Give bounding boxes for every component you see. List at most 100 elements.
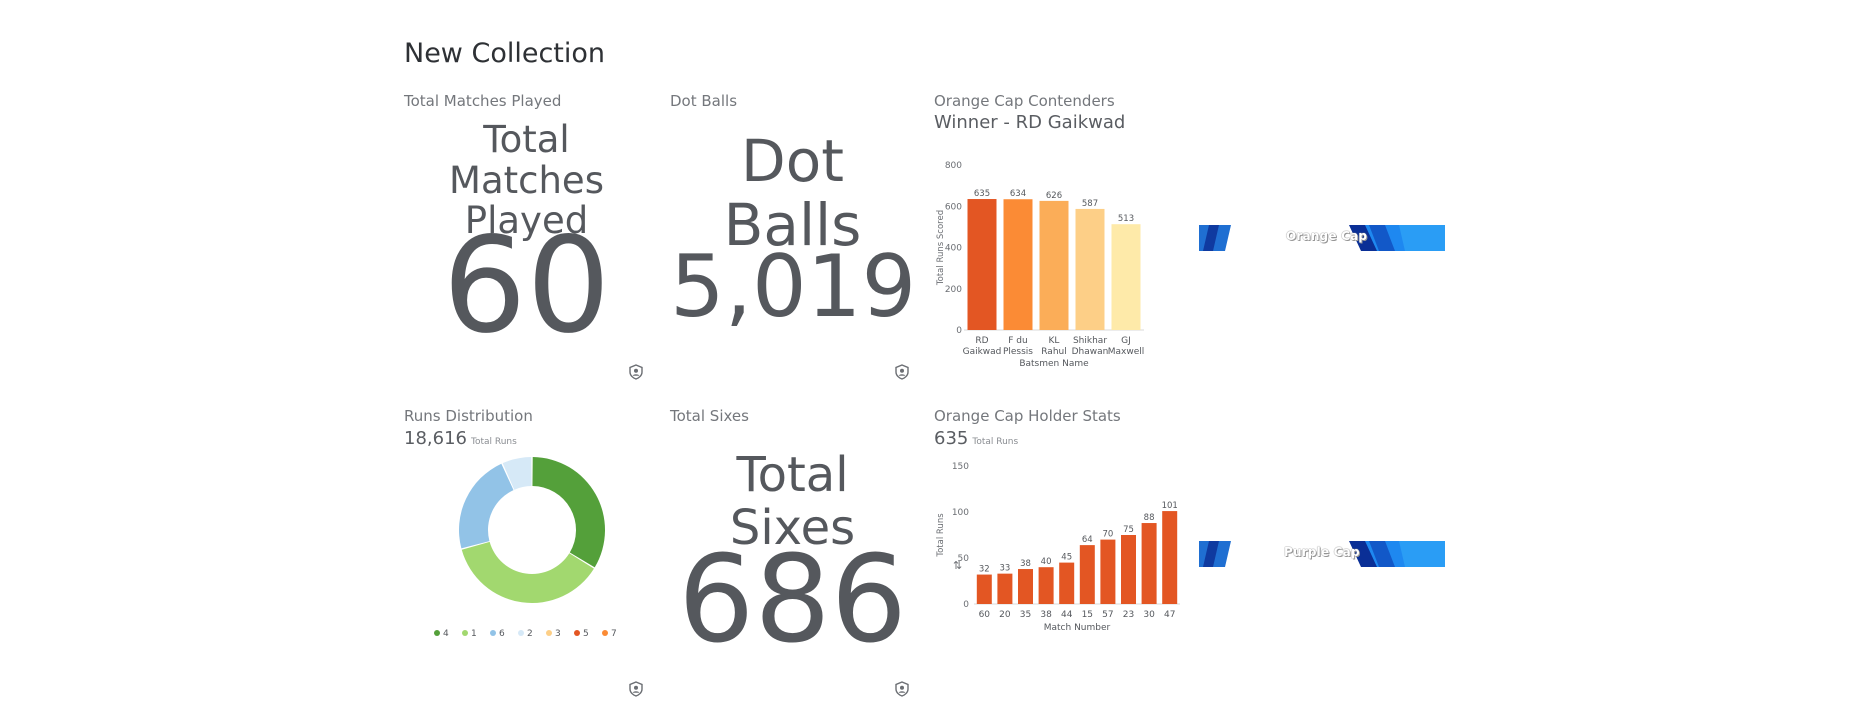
card-label: Orange Cap Contenders (934, 92, 1115, 110)
bar (1079, 545, 1095, 604)
runs-distribution-card[interactable]: Runs Distribution 18,616 Total Runs 4 1 6 2 3… (404, 407, 654, 697)
bar (1100, 539, 1116, 604)
purple-cap-banner-label: Purple Cap (1284, 545, 1360, 559)
legend-swatch (434, 630, 440, 636)
data-label: 38 (1020, 559, 1031, 569)
holder-stats-bar-chart: 050100150Total Runs326033203835403845446… (936, 462, 1180, 633)
x-tick-label: Shikhar (1073, 336, 1107, 346)
x-tick-label: 44 (1061, 610, 1073, 620)
data-label: 635 (974, 189, 990, 199)
data-label: 626 (1046, 191, 1062, 201)
sort-icon[interactable]: ⇅ (953, 559, 962, 572)
bar (1121, 535, 1136, 604)
y-tick-label: 800 (945, 161, 962, 171)
legend-label: 3 (555, 629, 561, 639)
total-sixes-card[interactable]: Total Sixes Total Sixes 686 (670, 407, 920, 697)
x-tick-label: Maxwell (1108, 347, 1145, 357)
shield-user-icon[interactable] (628, 681, 644, 697)
bar (1003, 199, 1033, 330)
x-axis-label: Batsmen Name (1019, 359, 1089, 369)
card-total: 635 Total Runs (934, 428, 1019, 449)
orange-cap-banner-label: Orange Cap (1286, 229, 1368, 243)
legend-swatch (602, 630, 608, 636)
data-label: 634 (1010, 189, 1026, 199)
card-label: Total Matches Played (404, 92, 562, 110)
kpi-value: 60 (442, 209, 611, 363)
card-label: Dot Balls (670, 92, 738, 110)
bar (1111, 224, 1141, 330)
x-tick-label: F du (1008, 336, 1027, 346)
data-label: 40 (1041, 557, 1052, 567)
bar (976, 574, 992, 604)
x-tick-label: 38 (1040, 610, 1052, 620)
legend-label: 2 (527, 629, 533, 639)
data-label: 64 (1082, 535, 1093, 545)
shield-user-icon[interactable] (628, 364, 644, 380)
dot-balls-card[interactable]: Dot Balls Dot Balls 5,019 (670, 92, 920, 382)
orange-cap-holder-stats-card[interactable]: Orange Cap Holder Stats 635 Total Runs 0 5… (934, 407, 1194, 707)
total-matches-card[interactable]: Total Matches Played Total Matches Playe… (404, 92, 654, 382)
bar (997, 573, 1013, 604)
bar (1039, 200, 1069, 330)
legend-label: 7 (611, 629, 617, 639)
y-tick-label: 400 (945, 244, 962, 254)
legend-swatch (490, 630, 496, 636)
bar (1018, 569, 1033, 604)
x-tick-label: Rahul (1041, 347, 1066, 357)
donut-slice (532, 457, 605, 568)
orange-cap-contenders-card[interactable]: Orange Cap Contenders Winner - RD Gaikwa… (934, 92, 1194, 392)
data-label: 88 (1144, 513, 1155, 523)
runs-distribution-donut: 4 1 6 2 3 5 7 (434, 457, 617, 639)
y-axis-label: Total Runs (936, 513, 946, 558)
x-tick-label: GJ (1121, 336, 1131, 346)
data-label: 45 (1061, 553, 1072, 563)
x-tick-label: Plessis (1003, 347, 1033, 357)
x-tick-label: RD (975, 336, 988, 346)
bar (1059, 562, 1075, 604)
y-tick-label: 200 (945, 285, 962, 295)
data-label: 513 (1118, 214, 1134, 224)
y-axis-label: Total Runs Scored (936, 210, 946, 286)
x-tick-label: 23 (1123, 610, 1134, 620)
bar (1075, 208, 1105, 330)
card-label: Runs Distribution (404, 407, 533, 425)
card-total: 18,616 Total Runs (404, 428, 517, 449)
x-tick-label: Dhawan (1072, 347, 1109, 357)
data-label: 70 (1102, 530, 1113, 540)
page-title: New Collection (404, 38, 606, 69)
kpi-value: 686 (677, 531, 908, 670)
y-tick-label: 100 (952, 508, 969, 518)
x-tick-label: Gaikwad (963, 347, 1002, 357)
data-label: 33 (999, 564, 1010, 574)
legend-swatch (574, 630, 580, 636)
bar (967, 199, 997, 330)
data-label: 587 (1082, 199, 1098, 209)
y-tick-label: 0 (963, 600, 969, 610)
orange-cap-bar-chart: 0 200 400 600 800 Total Runs Scored 635 RDGaikw… (936, 161, 1145, 369)
data-label: 101 (1162, 501, 1178, 511)
bar (1038, 567, 1054, 604)
donut-slice (459, 463, 514, 549)
shield-user-icon[interactable] (894, 681, 910, 697)
x-tick-label: 47 (1164, 610, 1175, 620)
data-label: 32 (979, 565, 990, 575)
x-tick-label: 35 (1020, 610, 1031, 620)
kpi-value: 5,019 (670, 237, 917, 337)
bar (1162, 511, 1178, 604)
legend-swatch (546, 630, 552, 636)
shield-user-icon[interactable] (894, 364, 910, 380)
legend-swatch (462, 630, 468, 636)
x-tick-label: 30 (1143, 610, 1155, 620)
legend-label: 5 (583, 629, 589, 639)
x-tick-label: KL (1049, 336, 1060, 346)
card-label: Orange Cap Holder Stats (934, 407, 1121, 425)
x-tick-label: 60 (979, 610, 991, 620)
x-axis-label: Match Number (1044, 623, 1111, 633)
x-tick-label: 20 (999, 610, 1011, 620)
bar (1141, 523, 1157, 604)
legend-label: 1 (471, 629, 477, 639)
y-tick-label: 600 (945, 202, 962, 212)
legend-label: 4 (443, 629, 449, 639)
y-tick-label: 150 (952, 462, 969, 472)
x-tick-label: 57 (1102, 610, 1113, 620)
